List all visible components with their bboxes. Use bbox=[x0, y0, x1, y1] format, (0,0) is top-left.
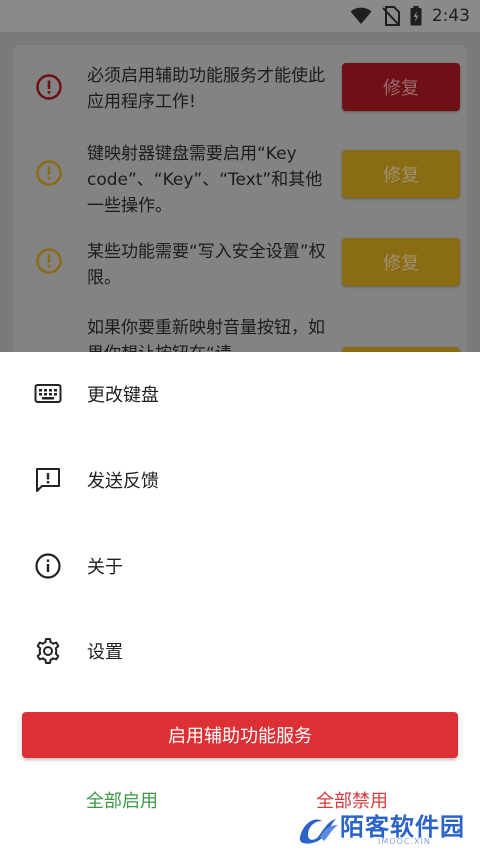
menu-item-send-feedback[interactable]: 发送反馈 bbox=[0, 444, 480, 516]
warning-circle-icon bbox=[36, 248, 62, 274]
menu-item-about[interactable]: 关于 bbox=[0, 530, 480, 602]
no-sim-icon bbox=[382, 6, 400, 26]
error-circle-icon bbox=[36, 74, 62, 100]
menu-item-change-keyboard[interactable]: 更改键盘 bbox=[0, 358, 480, 430]
wifi-icon bbox=[350, 7, 372, 24]
fix-button[interactable]: 修复 bbox=[342, 150, 460, 198]
menu-item-settings[interactable]: 设置 bbox=[0, 615, 480, 687]
issues-card: 必须启用辅助功能服务才能使此应用程序工作! 修复 键映射器键盘需要启用“Key … bbox=[12, 44, 469, 395]
fix-button[interactable]: 修复 bbox=[342, 238, 460, 286]
issue-row: 键映射器键盘需要启用“Key code”、“Key”、“Text”和其他一些操作… bbox=[13, 141, 469, 221]
warning-circle-icon bbox=[36, 160, 62, 186]
issue-text: 必须启用辅助功能服务才能使此应用程序工作! bbox=[87, 66, 325, 112]
feedback-icon bbox=[34, 466, 62, 494]
issue-text: 键映射器键盘需要启用“Key code”、“Key”、“Text”和其他一些操作… bbox=[87, 144, 323, 216]
keyboard-icon bbox=[34, 380, 62, 408]
menu-item-label: 关于 bbox=[87, 557, 123, 578]
enable-all-button[interactable]: 全部启用 bbox=[86, 784, 158, 816]
menu-item-label: 发送反馈 bbox=[87, 471, 159, 492]
watermark-swoosh-icon bbox=[299, 819, 338, 844]
battery-charging-icon bbox=[410, 6, 422, 26]
menu-item-label: 更改键盘 bbox=[87, 385, 159, 406]
fix-button[interactable]: 修复 bbox=[342, 63, 460, 111]
menu-item-label: 设置 bbox=[87, 642, 123, 663]
issue-row: 某些功能需要“写入安全设置”权限。 修复 bbox=[13, 238, 469, 295]
settings-gear-icon bbox=[34, 637, 62, 665]
watermark-subtitle: IMOOC.XIN bbox=[378, 837, 431, 846]
issue-row: 必须启用辅助功能服务才能使此应用程序工作! 修复 bbox=[13, 63, 469, 123]
issue-text: 某些功能需要“写入安全设置”权限。 bbox=[87, 242, 326, 288]
status-bar: 2:43 bbox=[0, 0, 480, 32]
watermark-logo: 陌客软件园 IMOOC.XIN bbox=[296, 803, 476, 851]
enable-accessibility-service-button[interactable]: 启用辅助功能服务 bbox=[22, 712, 458, 758]
bottom-sheet: 更改键盘 发送反馈 关于 设置 启用辅助功能服务 全部启用 全部禁用 bbox=[0, 352, 480, 853]
status-time: 2:43 bbox=[431, 6, 470, 26]
info-icon bbox=[34, 552, 62, 580]
